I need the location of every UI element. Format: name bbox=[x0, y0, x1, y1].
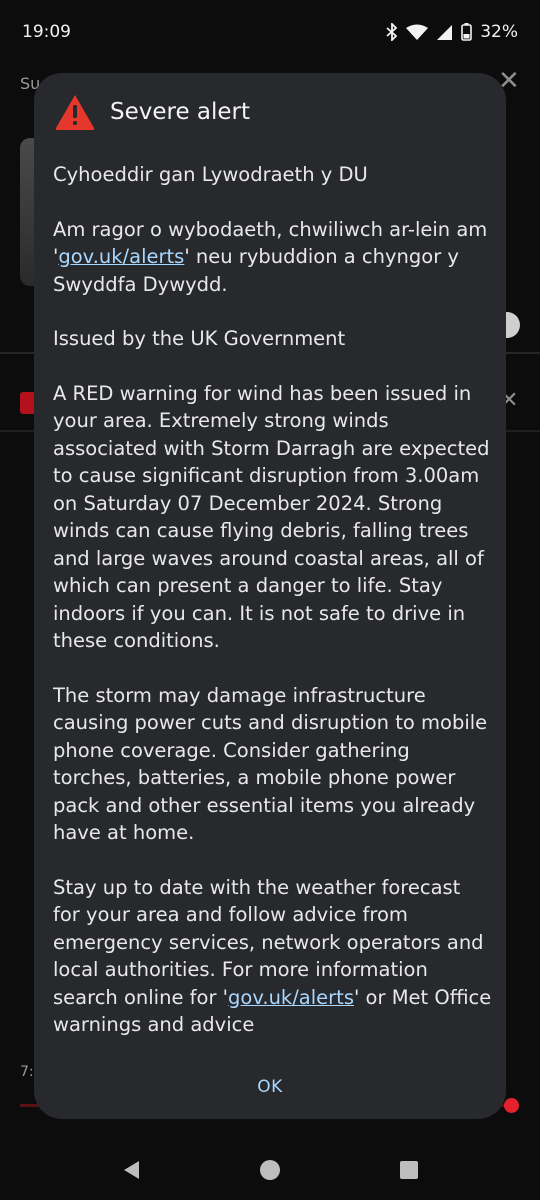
back-icon[interactable] bbox=[121, 1159, 141, 1181]
severe-alert-dialog: Severe alert Cyhoeddir gan Lywodraeth y … bbox=[34, 73, 506, 1119]
alert-paragraph-infrastructure: The storm may damage infrastructure caus… bbox=[53, 683, 488, 845]
alert-paragraph-advice: Stay up to date with the weather forecas… bbox=[53, 874, 493, 1039]
govuk-alerts-link-2[interactable]: gov.uk/alerts bbox=[228, 986, 354, 1009]
warning-triangle-icon bbox=[55, 95, 95, 130]
alert-paragraph-welsh-info: Am ragor o wybodaeth, chwiliwch ar-lein … bbox=[53, 216, 493, 299]
alert-paragraph-welsh-issuer: Cyhoeddir gan Lywodraeth y DU bbox=[53, 163, 368, 186]
alert-paragraph-warning: A RED warning for wind has been issued i… bbox=[53, 381, 490, 653]
recents-icon[interactable] bbox=[399, 1160, 419, 1180]
background-progress-handle bbox=[504, 1098, 519, 1113]
dialog-title: Severe alert bbox=[110, 99, 251, 125]
alert-message-body[interactable]: Cyhoeddir gan Lywodraeth y DU Am ragor o… bbox=[53, 161, 493, 1057]
dialog-header: Severe alert bbox=[54, 93, 250, 131]
govuk-alerts-link[interactable]: gov.uk/alerts bbox=[58, 245, 184, 268]
home-icon[interactable] bbox=[259, 1159, 281, 1181]
ok-button[interactable]: OK bbox=[34, 1077, 506, 1097]
navigation-bar bbox=[0, 1140, 540, 1200]
alert-paragraph-issuer: Issued by the UK Government bbox=[53, 327, 346, 350]
background-time-fragment: 7: bbox=[20, 1064, 34, 1080]
